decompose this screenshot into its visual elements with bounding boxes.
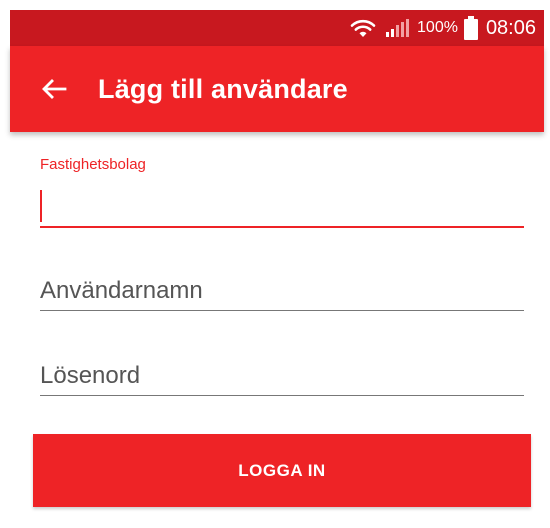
status-time: 08:06 xyxy=(485,16,536,39)
battery-percent: 100% xyxy=(417,19,458,36)
text-cursor xyxy=(40,190,42,222)
arrow-left-icon xyxy=(42,79,67,99)
password-input[interactable] xyxy=(40,357,524,396)
login-button[interactable]: LOGGA IN xyxy=(33,434,531,507)
company-input[interactable] xyxy=(40,186,524,228)
battery-icon xyxy=(463,16,478,40)
wifi-icon xyxy=(350,19,376,37)
page-title: Lägg till användare xyxy=(98,73,348,104)
username-input[interactable] xyxy=(40,272,524,311)
back-button[interactable] xyxy=(34,69,74,109)
company-field-label: Fastighetsbolag xyxy=(40,156,146,173)
signal-icon xyxy=(386,19,410,37)
status-bar: 100% 08:06 xyxy=(10,10,544,46)
app-bar: Lägg till användare xyxy=(10,46,544,132)
